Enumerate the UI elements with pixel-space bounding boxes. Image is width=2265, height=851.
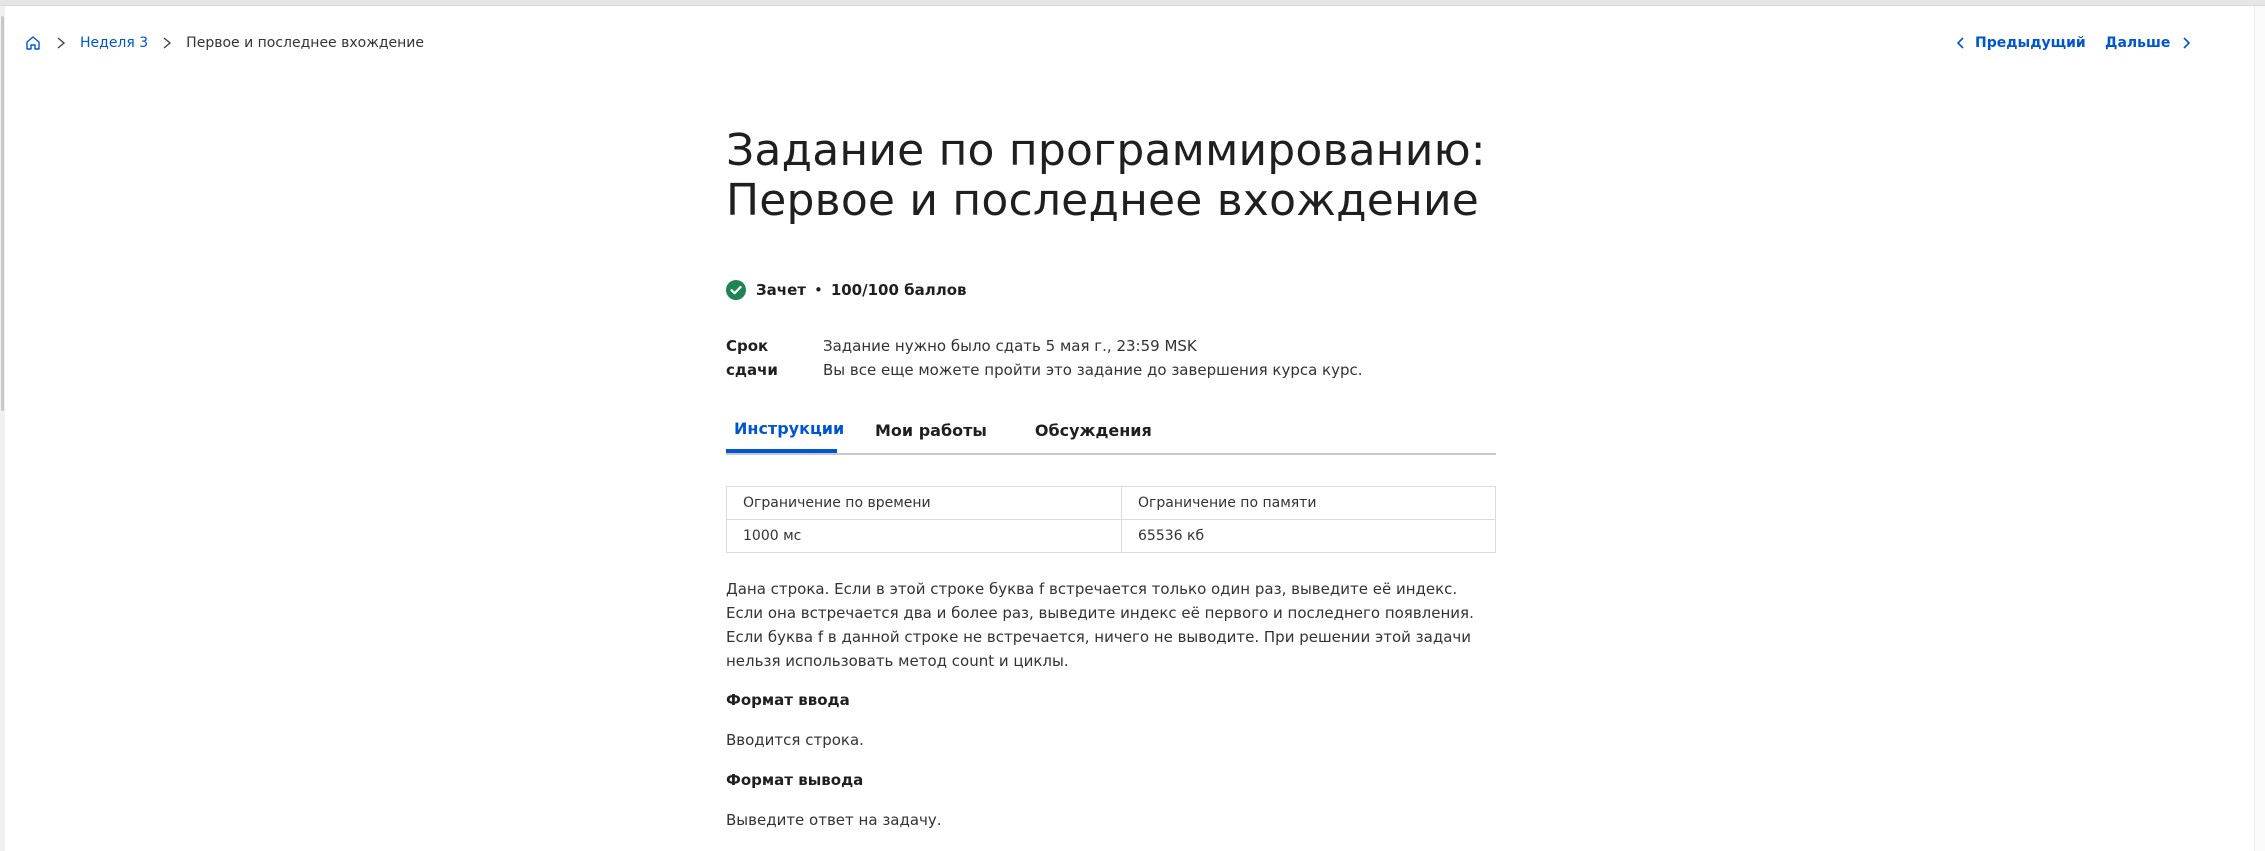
memory-limit-value: 65536 кб — [1121, 519, 1496, 553]
check-circle-icon — [726, 280, 746, 300]
deadline-block: Срок сдачи Задание нужно было сдать 5 ма… — [726, 334, 1363, 382]
left-scrollbar-track — [0, 6, 5, 851]
problem-description: Дана строка. Если в этой строке буква f … — [726, 577, 1496, 673]
problem-description-text: Дана строка. Если в этой строке буква f … — [726, 580, 1474, 670]
deadline-line1: Задание нужно было сдать 5 мая г., 23:59… — [823, 337, 1197, 355]
deadline-line2: Вы все еще можете пройти это задание до … — [823, 361, 1363, 379]
chevron-left-icon — [1956, 37, 1964, 49]
grade-status: Зачет • 100/100 баллов — [726, 280, 967, 300]
status-separator: • — [813, 281, 823, 299]
output-format-text: Выведите ответ на задачу. — [726, 811, 942, 829]
breadcrumb: Неделя 3 Первое и последнее вхождение — [24, 30, 424, 56]
left-scrollbar-thumb[interactable] — [1, 16, 4, 411]
previous-button[interactable]: Предыдущий — [1955, 30, 2086, 56]
tab-my-submissions[interactable]: Мои работы — [867, 408, 995, 453]
status-score: 100/100 баллов — [830, 281, 967, 299]
memory-limit-header: Ограничение по памяти — [1121, 486, 1496, 520]
tab-instructions[interactable]: Инструкции — [726, 408, 844, 453]
next-label: Дальше — [2105, 35, 2171, 51]
chevron-right-icon — [2183, 37, 2191, 49]
time-limit-header: Ограничение по времени — [726, 486, 1122, 520]
assignment-header: Задание по программированию: Первое и по… — [726, 126, 1496, 226]
page-title-line2: Первое и последнее вхождение — [726, 175, 1480, 226]
deadline-text: Задание нужно было сдать 5 мая г., 23:59… — [823, 334, 1363, 382]
browser-top-divider — [0, 5, 2265, 6]
tab-discussions[interactable]: Обсуждения — [1027, 408, 1160, 453]
previous-label: Предыдущий — [1975, 35, 2086, 51]
table-row: 1000 мс 65536 кб — [726, 519, 1496, 553]
breadcrumb-current: Первое и последнее вхождение — [186, 35, 424, 51]
status-label: Зачет — [756, 281, 806, 299]
page-title: Задание по программированию: Первое и по… — [726, 126, 1496, 226]
page-title-line1: Задание по программированию: — [726, 125, 1486, 176]
input-format-text: Вводится строка. — [726, 731, 864, 749]
breadcrumb-week-link[interactable]: Неделя 3 — [80, 35, 148, 51]
output-format-heading: Формат вывода — [726, 771, 864, 789]
chevron-right-icon — [54, 36, 68, 50]
assignment-tabs: Инструкции Мои работы Обсуждения — [726, 408, 1496, 455]
table-row: Ограничение по времени Ограничение по па… — [726, 486, 1496, 520]
limits-table: Ограничение по времени Ограничение по па… — [726, 486, 1496, 553]
deadline-label: Срок сдачи — [726, 337, 778, 379]
time-limit-value: 1000 мс — [726, 519, 1122, 553]
chevron-right-icon — [160, 36, 174, 50]
home-icon[interactable] — [24, 34, 42, 52]
input-format-heading: Формат ввода — [726, 691, 850, 709]
right-scrollbar[interactable] — [2254, 6, 2265, 851]
next-button[interactable]: Дальше — [2105, 30, 2192, 56]
